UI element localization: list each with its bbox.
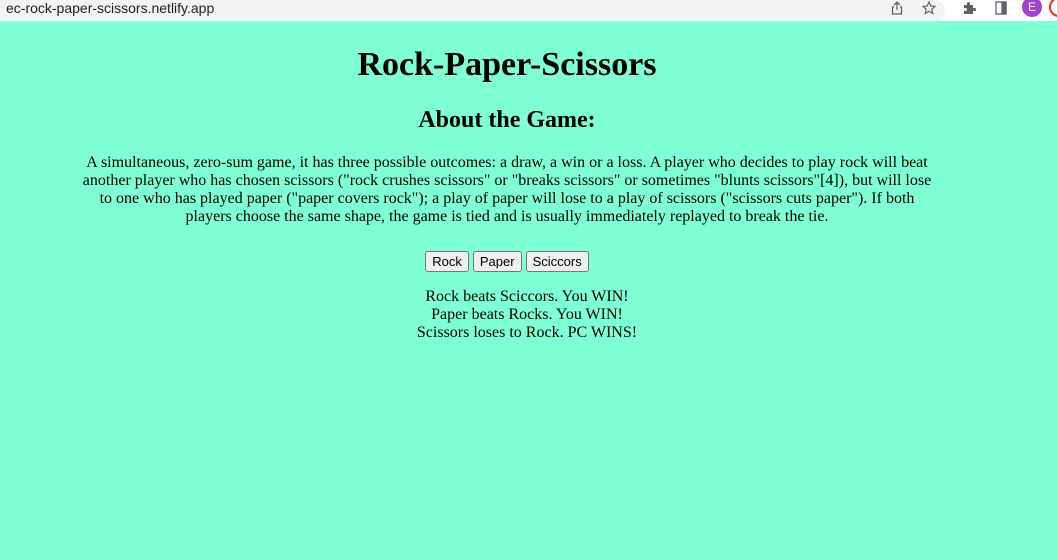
extensions-icon[interactable]: [960, 0, 978, 16]
paper-button[interactable]: Paper: [472, 251, 522, 272]
sidepanel-icon[interactable]: [992, 0, 1010, 16]
page-title: Rock-Paper-Scissors: [357, 46, 657, 83]
browser-toolbar: ec-rock-paper-scissors.netlify.app E: [0, 0, 1057, 21]
result-line: Paper beats Rocks. You WIN!: [431, 306, 623, 323]
result-line: Scissors loses to Rock. PC WINS!: [416, 324, 638, 341]
address-bar[interactable]: ec-rock-paper-scissors.netlify.app: [0, 0, 945, 21]
update-indicator-icon[interactable]: [1049, 0, 1057, 17]
about-heading: About the Game:: [418, 107, 596, 133]
share-icon[interactable]: [888, 0, 906, 16]
address-bar-url[interactable]: ec-rock-paper-scissors.netlify.app: [6, 0, 214, 16]
choice-buttons: Rock Paper Sciccors: [0, 251, 1014, 272]
star-icon[interactable]: [920, 0, 938, 16]
results-list: Rock beats Sciccors. You WIN! Paper beat…: [0, 288, 1054, 342]
rock-button[interactable]: Rock: [425, 251, 469, 272]
result-line: Rock beats Sciccors. You WIN!: [425, 288, 629, 305]
scissors-button[interactable]: Sciccors: [525, 251, 589, 272]
page-content: Rock-Paper-Scissors About the Game: A si…: [0, 21, 1057, 559]
about-text: A simultaneous, zero-sum game, it has th…: [82, 154, 932, 225]
profile-avatar[interactable]: E: [1022, 0, 1042, 17]
